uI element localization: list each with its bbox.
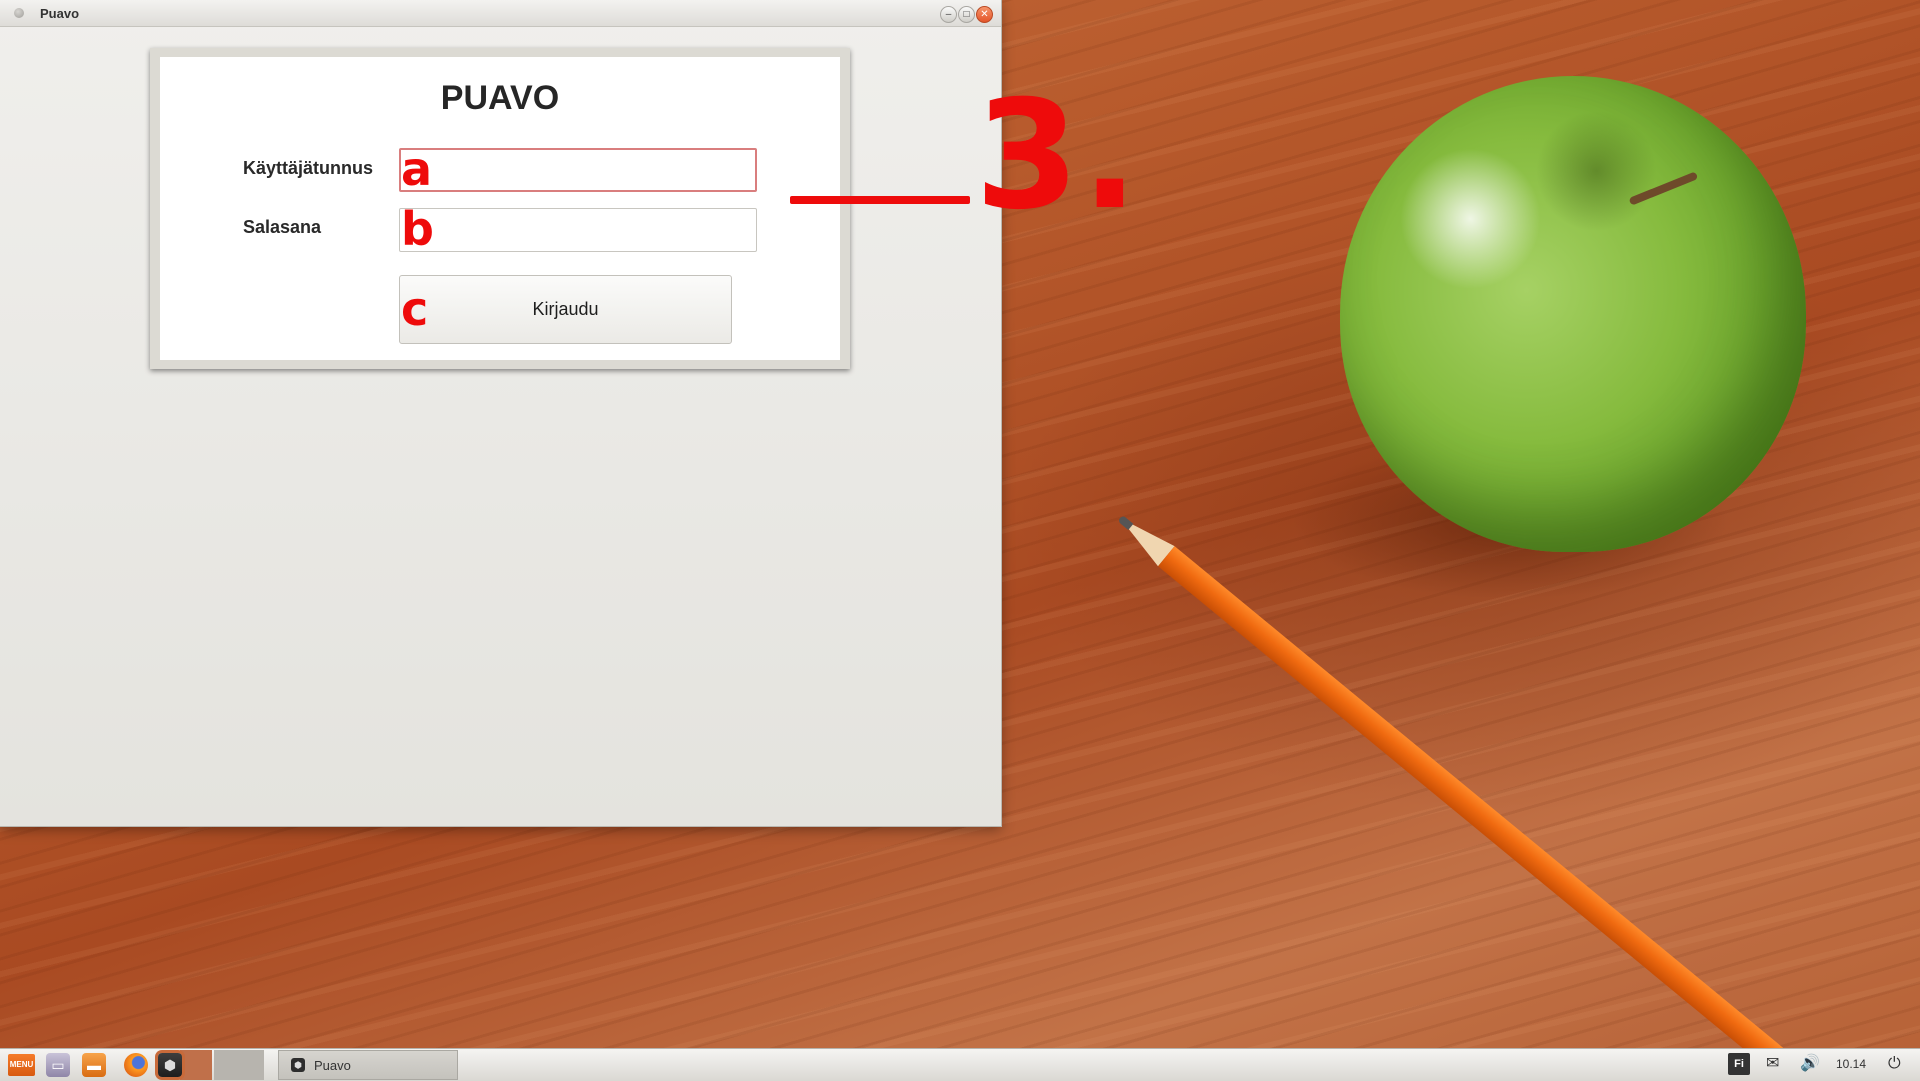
apple-image — [1340, 76, 1806, 552]
keyboard-layout-indicator[interactable]: Fi — [1728, 1053, 1750, 1075]
window-titlebar[interactable]: Puavo – □ ✕ — [0, 0, 1001, 27]
mail-icon[interactable]: ✉ — [1766, 1054, 1779, 1074]
annotation-connector-line — [790, 196, 970, 204]
volume-icon[interactable]: 🔊 — [1800, 1054, 1820, 1074]
login-panel: PUAVO Käyttäjätunnus Salasana Kirjaudu — [150, 48, 850, 369]
workspace-2[interactable] — [214, 1050, 264, 1080]
username-label: Käyttäjätunnus — [243, 158, 374, 178]
password-label: Salasana — [243, 217, 322, 237]
maximize-button[interactable]: □ — [958, 6, 975, 23]
annotation-b: b — [401, 202, 434, 256]
username-input[interactable] — [399, 148, 757, 192]
annotation-a: a — [401, 142, 433, 196]
taskbar-item-label: Puavo — [314, 1058, 351, 1073]
files-icon[interactable]: ▬ — [82, 1053, 106, 1077]
pencil-body — [1158, 546, 1785, 1069]
puavo-icon[interactable]: ⬢ — [158, 1053, 182, 1077]
taskbar: MENU ▭ ▬ ⬢ ⬢ Puavo Fi ✉ 🔊 10.14 ⏻ — [0, 1048, 1920, 1081]
window-title: Puavo — [40, 6, 80, 21]
login-card: PUAVO Käyttäjätunnus Salasana Kirjaudu — [160, 57, 840, 360]
minimize-button[interactable]: – — [940, 6, 957, 23]
desktop-icon[interactable]: ▭ — [46, 1053, 70, 1077]
annotation-step-number: 3. — [975, 69, 1141, 243]
annotation-c: c — [401, 282, 429, 336]
puavo-task-icon: ⬢ — [291, 1058, 305, 1072]
login-heading: PUAVO — [440, 79, 560, 117]
clock[interactable]: 10.14 — [1836, 1057, 1866, 1071]
login-button[interactable]: Kirjaudu — [399, 275, 732, 344]
taskbar-item-puavo[interactable]: ⬢ Puavo — [278, 1050, 458, 1080]
workspace-1[interactable] — [180, 1050, 212, 1080]
firefox-icon[interactable] — [124, 1053, 148, 1077]
close-button[interactable]: ✕ — [976, 6, 993, 23]
window-app-icon — [14, 8, 24, 18]
power-icon[interactable]: ⏻ — [1888, 1054, 1901, 1074]
menu-button[interactable]: MENU — [8, 1054, 35, 1076]
password-input[interactable] — [399, 208, 757, 252]
puavo-window: Puavo – □ ✕ PUAVO Käyttäjätunnus Salasan… — [0, 0, 1001, 826]
